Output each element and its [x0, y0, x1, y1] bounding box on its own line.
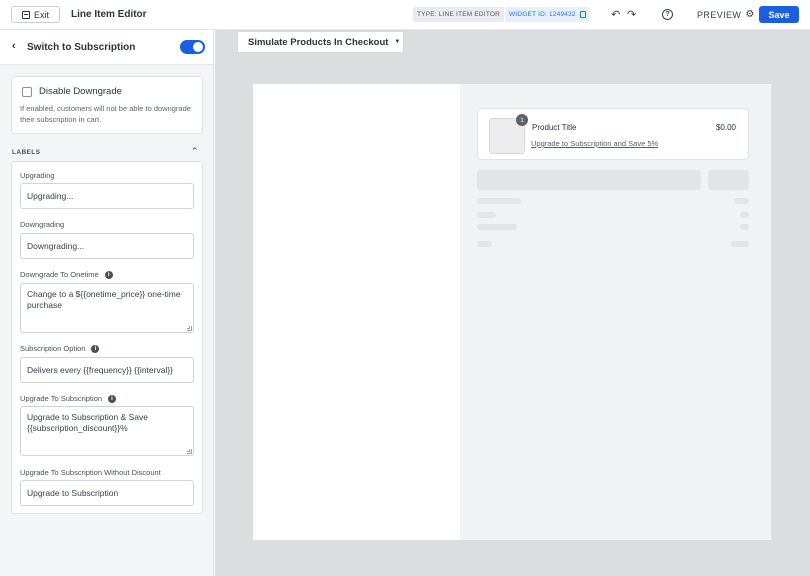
upgrade-without-discount-value: Upgrade to Subscription — [27, 488, 119, 498]
downgrade-to-onetime-textarea[interactable]: Change to a ${{onetime_price}} one-time … — [20, 283, 194, 333]
upgrading-label: Upgrading — [20, 171, 55, 180]
skeleton-line — [477, 212, 496, 218]
field-label: Downgrade To Onetime i — [20, 270, 113, 279]
discount-input-skeleton — [477, 170, 701, 190]
line-item-card: 1 Product Title $0.00 Upgrade to Subscri… — [477, 108, 749, 160]
undo-icon[interactable]: ↶ — [611, 8, 620, 21]
exit-button[interactable]: Exit — [11, 6, 60, 23]
info-icon[interactable]: i — [91, 344, 100, 353]
subscription-option-label: Subscription Option — [20, 344, 86, 353]
back-chevron-icon[interactable]: ‹ — [12, 40, 16, 52]
disable-downgrade-label: Disable Downgrade — [39, 86, 122, 97]
downgrading-value: Downgrading... — [27, 241, 85, 251]
upgrade-without-discount-input[interactable]: Upgrade to Subscription — [20, 480, 194, 506]
field-label: Upgrade To Subscription Without Discount — [20, 468, 161, 477]
upgrade-to-subscription-label: Upgrade To Subscription — [20, 394, 102, 403]
downgrade-to-onetime-value: Change to a ${{onetime_price}} one-time … — [27, 289, 181, 310]
skeleton-line — [734, 198, 749, 204]
exit-icon — [21, 10, 30, 19]
downgrade-to-onetime-label: Downgrade To Onetime — [20, 270, 99, 279]
simulate-label: Simulate Products In Checkout — [248, 36, 389, 48]
info-icon[interactable]: i — [104, 270, 113, 279]
resize-handle-icon[interactable] — [187, 326, 192, 331]
preview-button[interactable]: PREVIEW ⚙ — [697, 9, 755, 20]
switch-to-subscription-toggle[interactable] — [180, 40, 205, 54]
simulate-products-dropdown[interactable]: Simulate Products In Checkout ▼ — [237, 31, 404, 53]
downgrading-input[interactable]: Downgrading... — [20, 233, 194, 259]
apply-button-skeleton — [708, 170, 749, 190]
preview-label: PREVIEW — [697, 9, 742, 20]
widget-id-text: WIDGET ID: 1249432 — [509, 11, 576, 18]
copy-icon[interactable] — [579, 11, 586, 18]
field-label: Downgrading — [20, 220, 64, 229]
upgrade-to-subscription-textarea[interactable]: Upgrade to Subscription & Save {{subscri… — [20, 406, 194, 456]
top-bar: Exit Line Item Editor TYPE: LINE ITEM ED… — [0, 0, 810, 30]
disable-downgrade-card: Disable Downgrade If enabled, customers … — [11, 76, 203, 134]
subscription-option-input[interactable]: Delivers every {{frequency}} {{interval}… — [20, 357, 194, 383]
labels-card: Upgrading Upgrading... Downgrading Downg… — [11, 161, 203, 514]
field-label: Subscription Option i — [20, 344, 100, 353]
widget-id-badge[interactable]: WIDGET ID: 1249432 — [505, 7, 590, 22]
exit-label: Exit — [33, 9, 49, 20]
info-icon[interactable]: i — [108, 394, 116, 403]
field-label: Upgrade To Subscription i — [20, 394, 116, 403]
save-button[interactable]: Save — [759, 6, 799, 23]
sidebar-header: ‹ Switch to Subscription — [0, 30, 213, 65]
chevron-up-icon[interactable]: ⌃ — [191, 146, 199, 157]
skeleton-line — [731, 241, 749, 247]
disable-downgrade-help: If enabled, customers will not be able t… — [20, 104, 191, 124]
skeleton-line — [477, 224, 517, 230]
skeleton-line — [740, 224, 749, 230]
product-price: $0.00 — [715, 123, 736, 132]
disable-downgrade-checkbox[interactable] — [22, 87, 32, 97]
skeleton-line — [740, 212, 749, 218]
sidebar-title: Switch to Subscription — [27, 42, 136, 53]
sidebar: ‹ Switch to Subscription Disable Downgra… — [0, 30, 214, 576]
editor-title: Line Item Editor — [71, 9, 147, 20]
gear-icon: ⚙ — [745, 9, 755, 20]
subscription-option-value: Delivers every {{frequency}} {{interval}… — [27, 365, 174, 375]
downgrading-label: Downgrading — [20, 220, 65, 229]
upgrading-value: Upgrading... — [27, 191, 74, 201]
labels-section-title: LABELS — [12, 149, 41, 156]
product-title: Product Title — [532, 123, 577, 132]
resize-handle-icon[interactable] — [187, 449, 192, 454]
upgrade-to-subscription-value: Upgrade to Subscription & Save {{subscri… — [27, 412, 148, 433]
quantity-badge: 1 — [516, 114, 528, 126]
type-badge: TYPE: LINE ITEM EDITOR — [413, 7, 505, 22]
upgrade-without-discount-label: Upgrade To Subscription Without Discount — [20, 468, 161, 477]
skeleton-line — [477, 241, 492, 247]
skeleton-line — [477, 198, 521, 204]
upgrading-input[interactable]: Upgrading... — [20, 183, 194, 209]
redo-icon[interactable]: ↷ — [627, 8, 636, 21]
upgrade-to-subscription-link[interactable]: Upgrade to Subscription and Save 5% — [531, 139, 658, 148]
field-label: Upgrading — [20, 171, 55, 180]
caret-down-icon: ▼ — [394, 39, 401, 45]
help-icon[interactable]: ? — [662, 9, 673, 20]
